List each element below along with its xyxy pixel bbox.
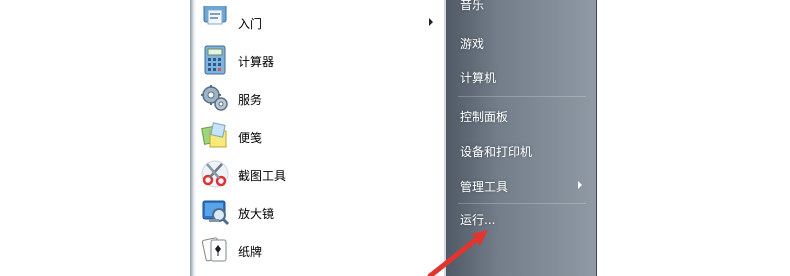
program-item-snipping-tool[interactable]: 截图工具 xyxy=(196,155,444,193)
magnifier-icon xyxy=(202,200,230,226)
program-item-sticky-notes[interactable]: 便笺 xyxy=(196,117,444,155)
scissors-icon xyxy=(201,160,229,188)
program-item-services[interactable]: 服务 xyxy=(196,79,444,117)
right-item-admin-tools[interactable]: 管理工具 xyxy=(460,178,508,195)
menu-separator xyxy=(458,96,586,97)
menu-separator xyxy=(458,203,586,204)
program-label: 计算器 xyxy=(238,55,275,69)
program-item-calculator[interactable]: 计算器 xyxy=(196,41,444,79)
submenu-arrow-icon xyxy=(578,181,582,189)
program-item-getting-started[interactable]: 入门 xyxy=(196,2,444,40)
program-label: 便笺 xyxy=(238,131,263,145)
program-label: 截图工具 xyxy=(238,169,287,183)
calculator-icon xyxy=(204,45,226,75)
gears-icon xyxy=(201,85,228,111)
program-item-solitaire[interactable]: 纸牌 xyxy=(196,231,444,269)
annotation-arrow-icon xyxy=(427,230,488,276)
program-label: 放大镜 xyxy=(238,207,275,221)
right-item-devices-printers[interactable]: 设备和打印机 xyxy=(460,143,532,160)
submenu-arrow-icon xyxy=(429,18,433,26)
right-item-computer[interactable]: 计算机 xyxy=(460,69,496,86)
playing-cards-icon xyxy=(201,237,227,262)
program-label: 纸牌 xyxy=(238,245,263,259)
program-item-magnifier[interactable]: 放大镜 xyxy=(196,193,444,231)
right-item-music[interactable]: 音乐 xyxy=(460,0,484,13)
right-item-control-panel[interactable]: 控制面板 xyxy=(460,108,508,125)
getting-started-icon xyxy=(203,6,227,25)
sticky-notes-icon xyxy=(201,122,227,148)
program-label: 服务 xyxy=(238,93,263,107)
program-label: 入门 xyxy=(238,17,263,31)
right-item-games[interactable]: 游戏 xyxy=(460,35,484,52)
